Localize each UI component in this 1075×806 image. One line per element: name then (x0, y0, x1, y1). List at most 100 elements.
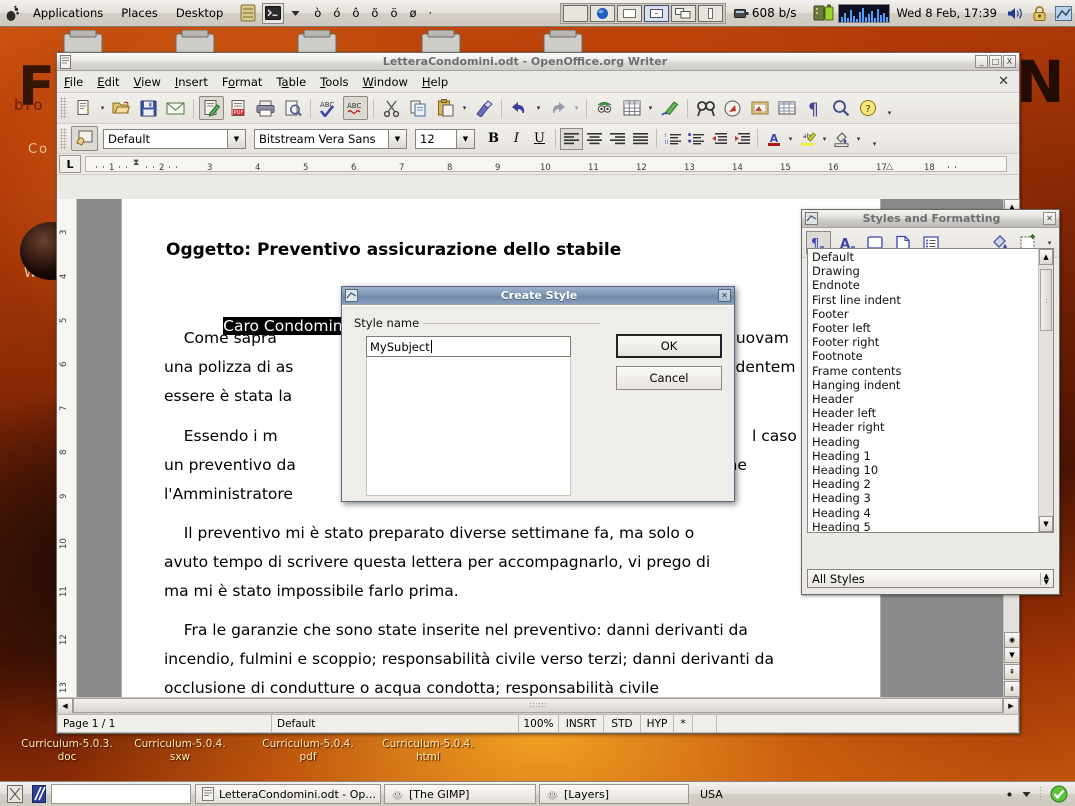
styles-scroll-track[interactable] (1039, 335, 1053, 516)
spelling-icon[interactable]: ABC (316, 96, 341, 120)
print-preview-icon[interactable] (280, 96, 305, 120)
justify-button[interactable] (629, 128, 652, 150)
styles-scroll-thumb[interactable] (1040, 269, 1052, 331)
underline-button[interactable]: U (528, 128, 551, 150)
toolbar-grip[interactable] (60, 127, 67, 150)
numbered-list-button[interactable]: I II (661, 128, 684, 150)
open-icon[interactable] (109, 96, 134, 120)
status-hyphenation[interactable]: HYP (641, 714, 674, 733)
status-info[interactable] (717, 714, 1019, 733)
cpu-graph-icon[interactable] (838, 3, 891, 23)
menu-table[interactable]: Table (269, 73, 313, 91)
style-item[interactable]: Endnote (810, 278, 1038, 292)
paragraph-style-combo[interactable]: Default (103, 128, 228, 149)
previous-page-button[interactable]: ⇞ (1004, 664, 1020, 680)
horizontal-ruler[interactable]: 1 ⧗ 2 3 4 5 6 7 8 9 10 11 12 13 14 15 16 (85, 156, 1007, 172)
data-sources-icon[interactable] (774, 96, 799, 120)
scroll-left-button[interactable]: ◀ (57, 698, 73, 714)
desktop-icon-curriculum-pdf[interactable]: Curriculum-5.0.4. pdf (249, 738, 367, 764)
status-page-style[interactable]: Default (272, 714, 519, 733)
styles-scrollbar[interactable]: ▲ ▼ (1038, 249, 1053, 532)
navigator-icon[interactable] (720, 96, 745, 120)
paragraph-style-dropdown-arrow[interactable]: ▼ (228, 128, 246, 149)
horizontal-scrollbar[interactable]: ◀ ▶ (57, 697, 1019, 714)
cut-icon[interactable] (379, 96, 404, 120)
background-color-button[interactable] (830, 128, 853, 150)
align-left-button[interactable] (560, 127, 583, 150)
style-item[interactable]: Footer (810, 307, 1038, 321)
table-icon[interactable] (619, 96, 644, 120)
workspace-3[interactable] (616, 4, 642, 22)
taskbar-button-writer[interactable]: LetteraCondomini.odt - Op... (195, 784, 381, 804)
chevron-down-icon[interactable] (288, 3, 302, 23)
style-item[interactable]: Heading 10 (810, 463, 1038, 477)
status-page[interactable]: Page 1 / 1 (57, 714, 272, 733)
increase-indent-button[interactable] (730, 128, 753, 150)
email-icon[interactable] (163, 96, 188, 120)
style-item[interactable]: Footer left (810, 321, 1038, 335)
font-name-dropdown-arrow[interactable]: ▼ (389, 128, 407, 149)
font-name-combo[interactable]: Bitstream Vera Sans (254, 128, 389, 149)
decrease-indent-button[interactable] (707, 128, 730, 150)
cancel-button[interactable]: Cancel (616, 366, 722, 390)
align-center-button[interactable] (583, 128, 606, 150)
styles-close-button[interactable]: ✕ (1043, 212, 1056, 225)
panel-menu-places[interactable]: Places (112, 2, 167, 24)
undo-icon[interactable] (507, 96, 532, 120)
taskbar-button-layers[interactable]: [Layers] (539, 784, 689, 804)
menu-window[interactable]: Window (356, 73, 415, 91)
vertical-ruler[interactable]: 3 4 5 6 7 8 9 10 11 12 13 14 (57, 199, 77, 741)
redo-dropdown-arrow[interactable]: ▾ (571, 96, 582, 120)
keyboard-layout-indicator[interactable]: USA (692, 788, 731, 801)
style-item[interactable]: Footnote (810, 349, 1038, 363)
style-item[interactable]: Heading (810, 435, 1038, 449)
export-pdf-icon[interactable]: PDF (226, 96, 251, 120)
existing-styles-listbox[interactable] (366, 357, 571, 496)
style-item[interactable]: Heading 5 (810, 520, 1038, 532)
style-item[interactable]: Drawing (810, 264, 1038, 278)
table-dropdown-arrow[interactable]: ▾ (645, 96, 656, 120)
highlighting-button[interactable]: ab (796, 128, 819, 150)
status-modified[interactable]: * (674, 714, 693, 733)
workspace-5[interactable] (670, 4, 696, 22)
apply-style-icon[interactable] (71, 126, 98, 151)
highlighting-dropdown-arrow[interactable]: ▾ (819, 127, 830, 151)
workspace-switcher[interactable]: – (559, 2, 726, 24)
status-selection-mode[interactable]: STD (604, 714, 641, 733)
print-icon[interactable] (253, 96, 278, 120)
scroll-down-button[interactable]: ▼ (1004, 647, 1020, 663)
status-zoom[interactable]: 100% (519, 714, 559, 733)
styles-scroll-up-button[interactable]: ▲ (1039, 249, 1053, 265)
lock-icon[interactable] (1029, 3, 1049, 23)
files-icon[interactable] (238, 3, 258, 23)
update-icon[interactable] (1053, 3, 1073, 23)
taskbar-button-gimp[interactable]: [The GIMP] (384, 784, 536, 804)
style-item[interactable]: Heading 1 (810, 449, 1038, 463)
styles-filter-spinner[interactable]: ▲ ▼ (1039, 572, 1049, 585)
menu-tools[interactable]: Tools (313, 73, 355, 91)
menu-help[interactable]: Help (415, 73, 455, 91)
workspace-6[interactable] (697, 4, 723, 22)
formatting-overflow-arrow[interactable]: ▾ (869, 127, 880, 151)
dot-icon[interactable] (1003, 784, 1016, 804)
status-insert-mode[interactable]: INSRT (559, 714, 604, 733)
edit-file-icon[interactable] (199, 96, 224, 120)
copy-icon[interactable] (406, 96, 431, 120)
desktop-icon-curriculum-doc[interactable]: Curriculum-5.0.3. doc (8, 738, 126, 764)
hscroll-track[interactable] (73, 698, 1003, 713)
first-line-indent-marker[interactable]: ⧗ (133, 158, 139, 168)
style-item[interactable]: Header left (810, 406, 1038, 420)
minimize-button[interactable]: _ (975, 55, 988, 68)
workspace-2[interactable] (589, 4, 615, 22)
redo-icon[interactable] (545, 96, 570, 120)
close-button[interactable]: X (1003, 55, 1016, 68)
font-size-dropdown-arrow[interactable]: ▼ (457, 128, 475, 149)
panel-menu-applications[interactable]: Applications (24, 2, 112, 24)
close-document-button[interactable]: ✕ (988, 74, 1019, 89)
create-style-titlebar[interactable]: Create Style ✕ (342, 287, 734, 305)
gnome-foot-icon[interactable] (2, 3, 22, 23)
autospellcheck-icon[interactable]: ABC (343, 96, 368, 120)
clone-formatting-icon[interactable] (471, 96, 496, 120)
style-item[interactable]: First line indent (810, 293, 1038, 307)
save-icon[interactable] (136, 96, 161, 120)
